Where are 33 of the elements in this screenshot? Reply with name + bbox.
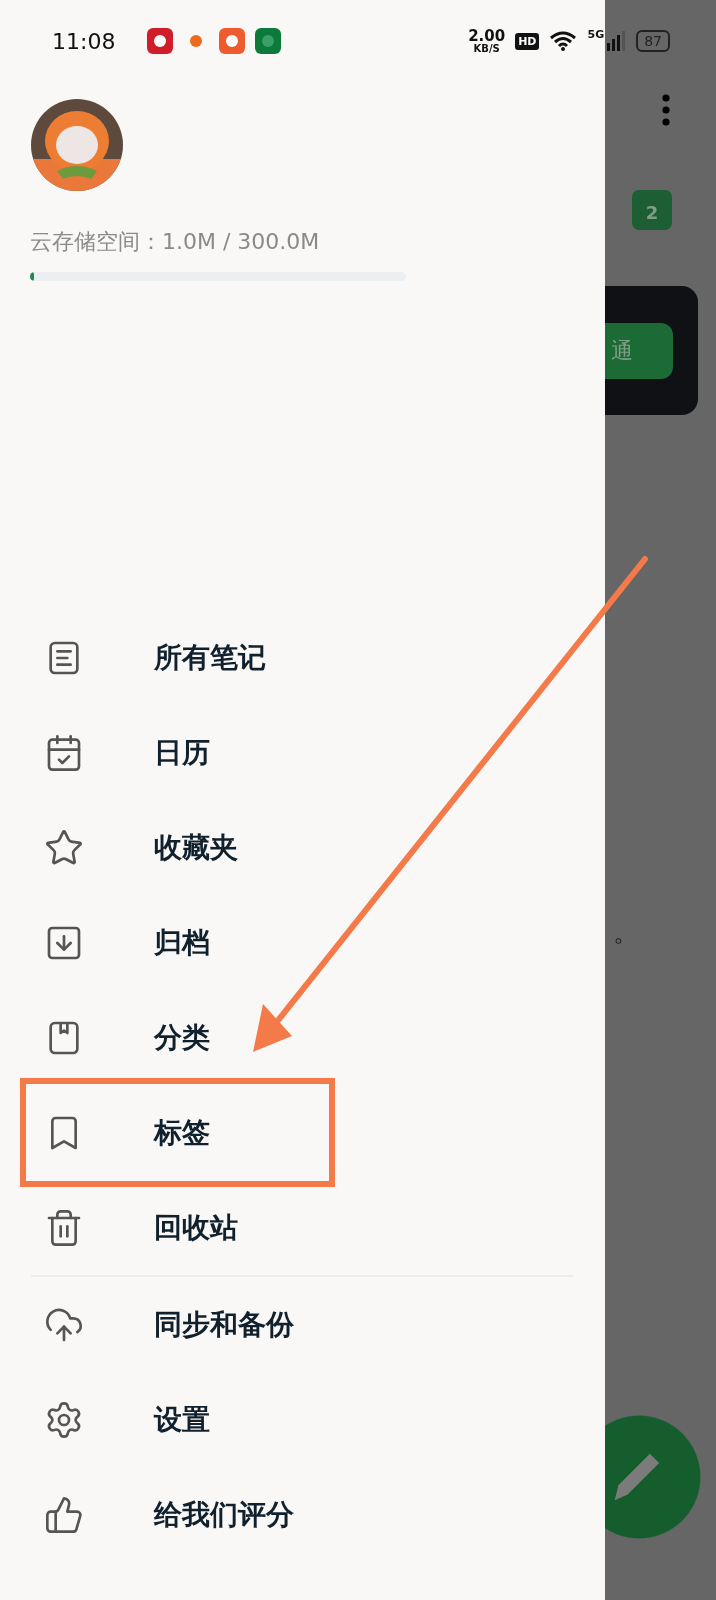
menu-item[interactable]: 归档 [0, 895, 605, 990]
network-speed: 2.00 KB/S [468, 28, 506, 54]
menu-item-label: 设置 [154, 1401, 210, 1438]
network-type: 5G [587, 28, 605, 41]
menu-item-label: 分类 [154, 1019, 210, 1056]
more-icon[interactable] [662, 94, 670, 126]
wifi-icon [549, 30, 578, 52]
storage-usage-text: 云存储空间：1.0M / 300.0M [30, 228, 321, 256]
menu-item[interactable]: 收藏夹 [0, 800, 605, 895]
app-notification-icon [147, 28, 174, 54]
menu-item[interactable]: 设置 [0, 1372, 605, 1467]
menu-item[interactable]: 标签 [26, 1085, 210, 1180]
menu-item-label: 所有笔记 [154, 639, 266, 676]
clock: 11:08 [52, 28, 116, 54]
app-notification-icon [255, 28, 282, 54]
menu-item-label: 标签 [154, 1114, 210, 1151]
menu-item[interactable]: 所有笔记 [0, 610, 605, 705]
menu-item-label: 归档 [154, 924, 210, 961]
app-notification-icon [219, 28, 246, 54]
menu-item[interactable]: 日历 [0, 705, 605, 800]
menu-item[interactable]: 给我们评分 [0, 1467, 605, 1562]
battery-level: 87 [636, 30, 670, 52]
menu-item-label: 收藏夹 [154, 829, 238, 866]
menu-item[interactable]: 分类 [0, 990, 605, 1085]
signal-icon [606, 31, 627, 51]
menu-item[interactable]: 回收站 [0, 1180, 605, 1275]
menu-item[interactable]: 同步和备份 [0, 1277, 605, 1372]
menu-item-label: 同步和备份 [154, 1306, 294, 1343]
text-fragment: 。 [613, 916, 639, 949]
menu-item-label: 回收站 [154, 1209, 238, 1246]
thumbs-up-icon [44, 1494, 84, 1535]
menu-item-label: 给我们评分 [154, 1496, 294, 1533]
menu-item-label: 日历 [154, 734, 210, 771]
